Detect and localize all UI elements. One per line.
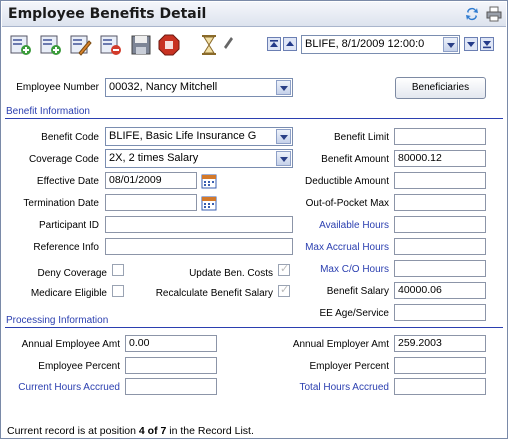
deny-coverage-checkbox[interactable] — [112, 264, 124, 276]
note-pen-icon[interactable] — [221, 33, 235, 57]
last-record-icon[interactable] — [480, 37, 494, 51]
employer-percent-label: Employer Percent — [309, 361, 389, 372]
effective-date-field[interactable]: 08/01/2009 — [105, 172, 197, 189]
stop-icon[interactable] — [157, 33, 181, 57]
record-navigator-value: BLIFE, 8/1/2009 12:00:0 — [305, 38, 425, 50]
status-suffix: in the Record List. — [166, 425, 254, 437]
coverage-code-label: Coverage Code — [28, 154, 99, 165]
beneficiaries-button[interactable]: Beneficiaries — [395, 77, 486, 99]
medicare-eligible-checkbox[interactable] — [112, 285, 124, 297]
benefit-amount-field[interactable]: 80000.12 — [394, 150, 486, 167]
employee-number-label: Employee Number — [16, 82, 99, 93]
chevron-down-icon[interactable] — [276, 151, 291, 166]
benefit-amount-label: Benefit Amount — [321, 154, 389, 165]
coverage-code-value: 2X, 2 times Salary — [109, 152, 199, 164]
coverage-code-select[interactable]: 2X, 2 times Salary — [105, 149, 293, 168]
out-of-pocket-max-label: Out-of-Pocket Max — [305, 198, 389, 209]
current-hours-accrued-link[interactable]: Current Hours Accrued — [7, 382, 120, 393]
medicare-eligible-label: Medicare Eligible — [30, 288, 107, 299]
chevron-down-icon[interactable] — [276, 80, 291, 95]
max-co-hours-field[interactable] — [394, 260, 486, 277]
print-icon[interactable] — [486, 6, 502, 22]
previous-record-icon[interactable] — [283, 37, 297, 51]
recalculate-benefit-salary-label: Recalculate Benefit Salary — [155, 288, 273, 299]
record-position-status: Current record is at position 4 of 7 in … — [7, 425, 254, 437]
delete-record-icon[interactable] — [99, 33, 123, 57]
update-ben-costs-label: Update Ben. Costs — [189, 268, 273, 279]
employee-percent-label: Employee Percent — [38, 361, 120, 372]
employer-percent-field[interactable] — [394, 357, 486, 374]
chevron-down-icon[interactable] — [443, 37, 458, 52]
calendar-icon[interactable] — [201, 195, 217, 211]
termination-date-field[interactable] — [105, 194, 197, 211]
processing-information-header: Processing Information — [5, 315, 503, 328]
annual-employer-amt-field[interactable]: 259.2003 — [394, 335, 486, 352]
annual-employer-amt-label: Annual Employer Amt — [292, 339, 389, 350]
deductible-amount-field[interactable] — [394, 172, 486, 189]
reference-info-field[interactable] — [105, 238, 293, 255]
employee-number-select[interactable]: 00032, Nancy Mitchell — [105, 78, 293, 97]
max-co-hours-link[interactable]: Max C/O Hours — [297, 264, 389, 275]
termination-date-label: Termination Date — [23, 198, 99, 209]
update-ben-costs-checkbox[interactable] — [278, 262, 290, 276]
deductible-amount-label: Deductible Amount — [305, 176, 389, 187]
benefit-code-value: BLIFE, Basic Life Insurance G — [109, 130, 257, 142]
status-prefix: Current record is at position — [7, 425, 139, 437]
available-hours-link[interactable]: Available Hours — [297, 220, 389, 231]
benefit-salary-label: Benefit Salary — [326, 286, 389, 297]
window-title: Employee Benefits Detail — [8, 6, 207, 22]
benefit-code-select[interactable]: BLIFE, Basic Life Insurance G — [105, 127, 293, 146]
out-of-pocket-max-field[interactable] — [394, 194, 486, 211]
total-hours-accrued-field[interactable] — [394, 378, 486, 395]
deny-coverage-label: Deny Coverage — [37, 268, 107, 279]
hourglass-icon[interactable] — [197, 33, 221, 57]
current-hours-accrued-field[interactable] — [125, 378, 217, 395]
calendar-icon[interactable] — [201, 173, 217, 189]
recalculate-benefit-salary-checkbox[interactable] — [278, 283, 290, 297]
employee-percent-field[interactable] — [125, 357, 217, 374]
benefit-salary-field[interactable]: 40000.06 — [394, 282, 486, 299]
benefit-code-label: Benefit Code — [41, 132, 99, 143]
new-record-icon[interactable] — [9, 33, 33, 57]
reference-info-label: Reference Info — [33, 242, 99, 253]
annual-employee-amt-label: Annual Employee Amt — [21, 339, 120, 350]
status-position: 4 of 7 — [138, 425, 167, 437]
effective-date-label: Effective Date — [36, 176, 99, 187]
chevron-down-icon[interactable] — [276, 129, 291, 144]
title-bar: Employee Benefits Detail — [2, 2, 506, 27]
next-record-icon[interactable] — [464, 37, 478, 51]
participant-id-label: Participant ID — [38, 220, 99, 231]
benefits-window: Employee Benefits Detail BLIFE, 8/1/2009… — [0, 0, 508, 439]
benefit-limit-label: Benefit Limit — [333, 132, 389, 143]
benefit-information-header: Benefit Information — [5, 106, 503, 119]
save-icon[interactable] — [129, 33, 153, 57]
available-hours-field[interactable] — [394, 216, 486, 233]
employee-number-value: 00032, Nancy Mitchell — [109, 81, 218, 93]
participant-id-field[interactable] — [105, 216, 293, 233]
max-accrual-hours-field[interactable] — [394, 238, 486, 255]
annual-employee-amt-field[interactable]: 0.00 — [125, 335, 217, 352]
record-navigator-select[interactable]: BLIFE, 8/1/2009 12:00:0 — [301, 35, 460, 54]
total-hours-accrued-link[interactable]: Total Hours Accrued — [271, 382, 390, 393]
benefit-limit-field[interactable] — [394, 128, 486, 145]
edit-record-icon[interactable] — [69, 33, 93, 57]
first-record-icon[interactable] — [267, 37, 281, 51]
add-record-icon[interactable] — [39, 33, 63, 57]
max-accrual-hours-link[interactable]: Max Accrual Hours — [297, 242, 389, 253]
refresh-icon[interactable] — [464, 6, 480, 22]
